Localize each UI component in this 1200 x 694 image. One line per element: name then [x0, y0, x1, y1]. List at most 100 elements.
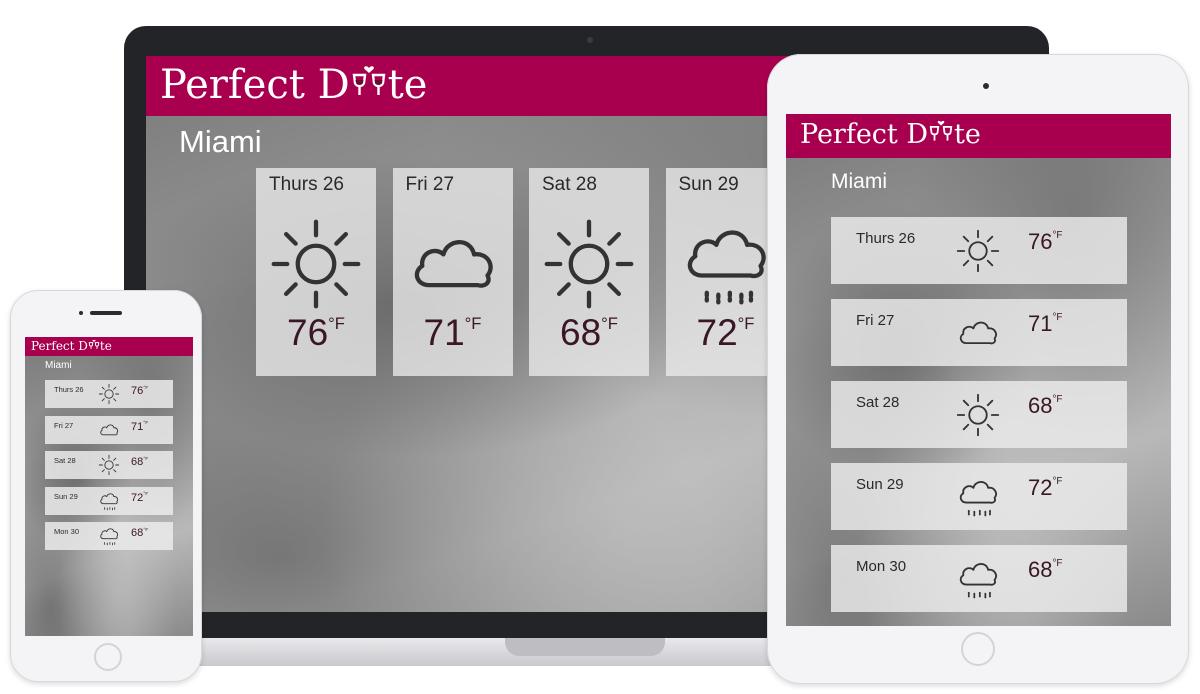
forecast-day-card[interactable]: Sun 29 72°F: [831, 463, 1127, 530]
forecast-day-card[interactable]: Fri 27 71°F: [392, 168, 513, 376]
sun-icon: [268, 216, 364, 312]
phone-camera: [79, 311, 83, 315]
temperature-value: 68: [131, 456, 144, 468]
sun-icon: [98, 454, 120, 476]
temperature-value: 72: [131, 491, 144, 504]
temperature: 71°F: [1028, 311, 1062, 337]
forecast-day-card[interactable]: Sat 28 68°F: [831, 381, 1127, 448]
temperature-unit: °F: [143, 385, 149, 391]
forecast-day-card[interactable]: Thurs 26 76°F: [45, 380, 173, 408]
temperature-value: 76: [287, 312, 329, 353]
cloud-icon: [98, 419, 120, 441]
temperature: 68°F: [1028, 393, 1062, 419]
temperature-unit: °F: [143, 527, 149, 533]
day-label: Sun 29: [54, 491, 78, 501]
temperature-value: 68: [1028, 393, 1053, 418]
day-label: Sun 29: [856, 476, 904, 493]
day-label: Sat 28: [54, 456, 76, 465]
phone-header-bar: Perfect D te: [25, 337, 193, 356]
rain-cloud-icon: [955, 556, 1001, 602]
temperature-unit: °F: [143, 456, 149, 462]
temperature-unit: °F: [1052, 312, 1063, 324]
day-label: Fri 27: [54, 420, 74, 430]
temperature: 68°F: [131, 456, 148, 468]
logo-text-suffix: te: [387, 62, 428, 108]
temperature-value: 71: [1028, 311, 1053, 336]
wine-glasses-heart-icon: [350, 62, 388, 108]
rain-cloud-icon: [98, 490, 120, 512]
temperature: 72°F: [131, 492, 148, 504]
city-name: Miami: [831, 170, 887, 193]
day-label: Mon 30: [856, 558, 907, 575]
logo-text-suffix: te: [954, 119, 981, 150]
logo-text-prefix: Perfect D: [800, 119, 929, 150]
forecast-day-card[interactable]: Thurs 26 76°F: [831, 217, 1127, 284]
temperature: 76°F: [1028, 229, 1062, 255]
day-label: Sun 29: [678, 174, 739, 195]
tablet-header-bar: Perfect D te: [786, 114, 1171, 158]
day-label: Sat 28: [856, 394, 900, 411]
sun-icon: [955, 228, 1001, 274]
temperature-value: 71: [131, 420, 144, 433]
wine-glasses-heart-icon: [88, 339, 100, 353]
city-name: Miami: [179, 124, 262, 159]
forecast-day-card[interactable]: Mon 30 68°F: [45, 522, 173, 550]
temperature: 71°F: [393, 312, 513, 354]
forecast-day-card[interactable]: Sun 29 72°F: [45, 486, 173, 515]
temperature: 71°F: [131, 421, 148, 433]
temperature-value: 72: [1028, 475, 1053, 500]
tablet-home-button[interactable]: [961, 632, 995, 666]
phone-home-button[interactable]: [94, 643, 122, 671]
temperature: 68°F: [131, 527, 148, 539]
city-name: Miami: [45, 360, 72, 371]
tablet-camera: [983, 83, 989, 89]
temperature-unit: °F: [1052, 230, 1063, 242]
sun-icon: [955, 392, 1001, 438]
logo-text-suffix: te: [99, 339, 112, 353]
temperature-value: 76: [1028, 229, 1053, 254]
forecast-day-card[interactable]: Fri 27 71°F: [45, 415, 173, 444]
cloud-icon: [955, 310, 1001, 356]
tablet-logo[interactable]: Perfect D te: [800, 119, 981, 150]
temperature-unit: °F: [143, 421, 149, 427]
day-label: Mon 30: [54, 527, 80, 536]
rain-cloud-icon: [678, 216, 774, 312]
sun-icon: [98, 383, 120, 405]
forecast-day-card[interactable]: Mon 30 68°F: [831, 545, 1127, 612]
temperature: 68°F: [529, 312, 649, 354]
phone-screen: Perfect D te Miami Thurs 26 76°F Fri 27 71°…: [25, 337, 193, 636]
rain-cloud-icon: [955, 474, 1001, 520]
tablet-screen: Perfect D te Miami Thurs 26 76°F Fri 27 71°…: [786, 114, 1171, 626]
laptop-notch: [505, 638, 665, 656]
forecast-day-card[interactable]: Sat 28 68°F: [45, 451, 173, 479]
forecast-day-card[interactable]: Sat 28 68°F: [529, 168, 649, 376]
laptop-camera: [587, 37, 593, 43]
cloud-icon: [405, 216, 501, 312]
logo-text-prefix: Perfect D: [31, 339, 88, 353]
day-label: Fri 27: [405, 174, 455, 195]
temperature-value: 72: [696, 312, 738, 353]
temperature-value: 71: [423, 312, 465, 353]
day-label: Fri 27: [856, 312, 895, 329]
temperature-value: 68: [1028, 557, 1053, 582]
temperature-unit: °F: [1052, 558, 1063, 570]
temperature-unit: °F: [601, 314, 618, 334]
temperature: 76°F: [256, 312, 376, 354]
laptop-logo[interactable]: Perfect D te: [160, 62, 427, 108]
temperature-unit: °F: [1052, 476, 1063, 488]
forecast-day-card[interactable]: Fri 27 71°F: [831, 299, 1127, 366]
temperature-unit: °F: [1052, 394, 1063, 406]
temperature-value: 76: [131, 385, 144, 397]
phone-logo[interactable]: Perfect D te: [31, 339, 112, 353]
sun-icon: [541, 216, 637, 312]
forecast-day-card[interactable]: Thurs 26 76°F: [256, 168, 376, 376]
temperature: 68°F: [1028, 557, 1062, 583]
day-label: Thurs 26: [269, 174, 344, 195]
phone-speaker: [90, 311, 122, 315]
temperature: 76°F: [131, 385, 148, 397]
day-label: Thurs 26: [54, 385, 84, 394]
temperature-value: 68: [560, 312, 602, 353]
wine-glasses-heart-icon: [928, 119, 954, 150]
temperature-value: 68: [131, 527, 144, 539]
temperature-unit: °F: [464, 314, 482, 334]
